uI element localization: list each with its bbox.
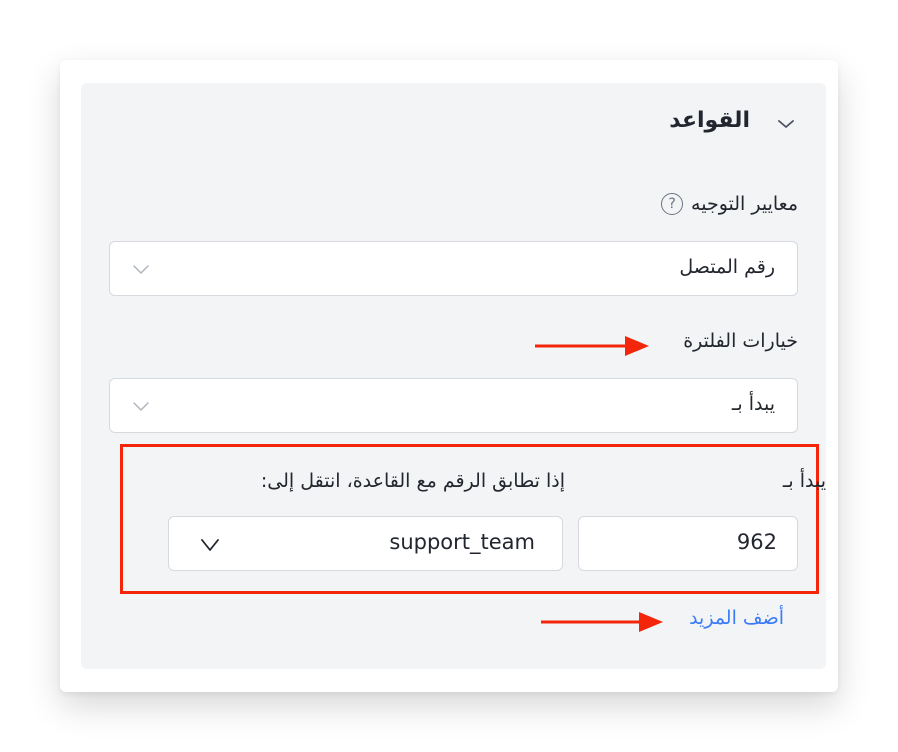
question-circle-icon[interactable]: ? (661, 193, 684, 215)
chevron-down-icon[interactable] (772, 112, 800, 136)
chevron-down-icon (130, 259, 152, 279)
annotation-arrow-add-more (541, 612, 663, 632)
chevron-down-icon (130, 396, 152, 416)
target-team-value: support_team (389, 530, 535, 554)
target-team-select[interactable]: support_team (168, 516, 563, 571)
rules-section-title: القواعد (669, 108, 750, 133)
routing-criteria-label: معايير التوجيه ? (661, 193, 798, 215)
routing-criteria-selected-value: رقم المتصل (679, 256, 775, 278)
prefix-input[interactable]: 962 (578, 516, 798, 571)
chevron-down-icon (199, 535, 221, 555)
routing-criteria-select[interactable]: رقم المتصل (109, 241, 798, 296)
filter-options-label: خيارات الفلترة (683, 330, 798, 352)
prefix-input-value: 962 (736, 530, 777, 554)
goto-label: إذا تطابق الرقم مع القاعدة، انتقل إلى: (260, 470, 565, 492)
filter-options-selected-value: يبدأ بـ (731, 393, 775, 415)
filter-options-select[interactable]: يبدأ بـ (109, 378, 798, 433)
add-more-link[interactable]: أضف المزيد (689, 607, 784, 629)
routing-criteria-label-text: معايير التوجيه (691, 193, 798, 215)
annotation-arrow-filter (535, 336, 649, 356)
starts-with-label: يبدأ بـ (782, 470, 826, 492)
